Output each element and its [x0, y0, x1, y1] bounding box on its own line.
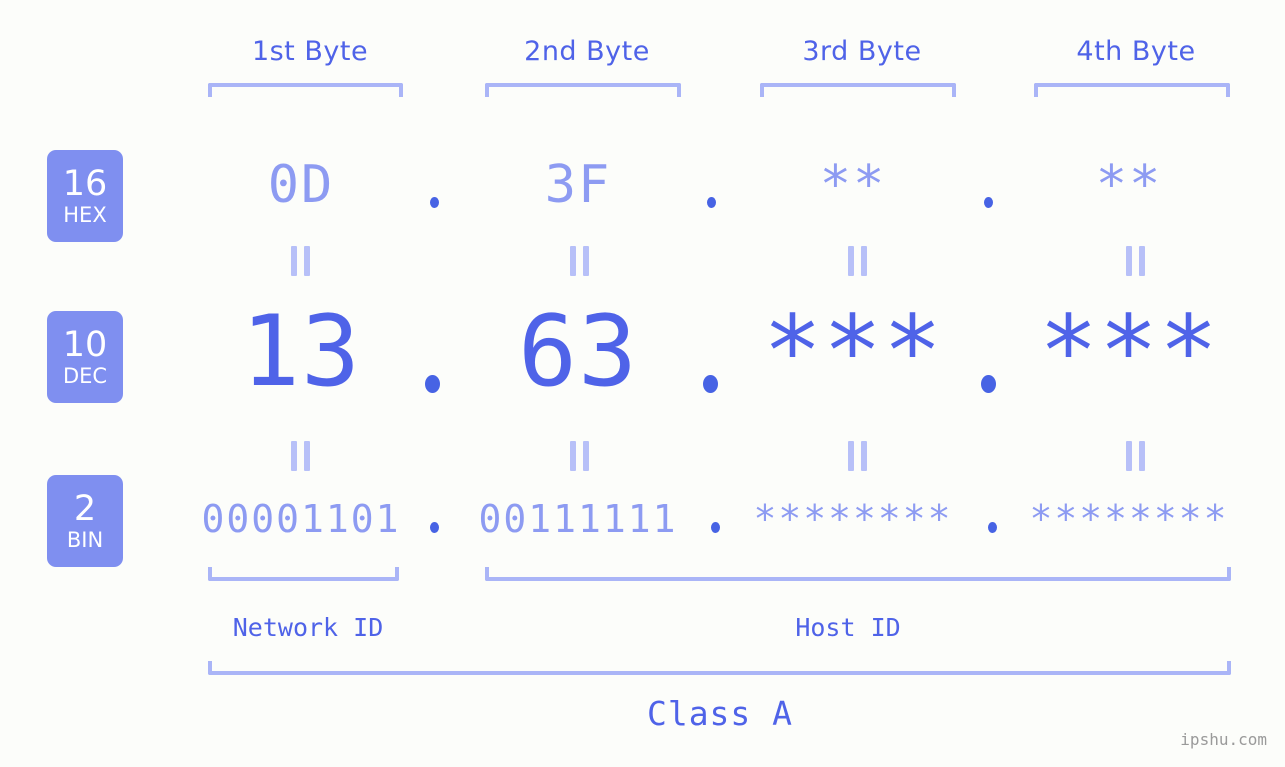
host-id-bracket: [485, 567, 1231, 581]
byte-bracket-2: [485, 83, 681, 97]
bin-byte-2: 00111111: [478, 497, 678, 541]
equals-mark-hex-dec-1: [291, 246, 310, 276]
hex-byte-3: **: [819, 155, 887, 215]
bin-byte-3: ********: [753, 497, 953, 541]
byte-bracket-3: [760, 83, 956, 97]
equals-bar: [848, 246, 854, 276]
base-badge-dec-label: DEC: [62, 363, 108, 388]
base-badge-hex-label: HEX: [63, 202, 107, 227]
equals-bar: [1126, 441, 1132, 471]
hex-separator-dot-1: [430, 197, 439, 208]
equals-mark-dec-bin-2: [570, 441, 589, 471]
dec-byte-2: 63: [517, 295, 638, 409]
dec-separator-dot-3: [981, 375, 996, 393]
bin-byte-1: 00001101: [201, 497, 401, 541]
equals-mark-hex-dec-2: [570, 246, 589, 276]
host-id-label: Host ID: [795, 613, 901, 642]
base-badge-dec-number: 10: [62, 324, 108, 365]
hex-separator-dot-2: [707, 197, 716, 208]
bin-separator-dot-2: [711, 522, 720, 533]
equals-bar: [583, 246, 589, 276]
ip-breakdown-diagram: 1st Byte 2nd Byte 3rd Byte 4th Byte 16 H…: [0, 0, 1285, 767]
equals-bar: [583, 441, 589, 471]
equals-bar: [570, 441, 576, 471]
hex-byte-2: 3F: [544, 155, 612, 215]
byte-title-3: 3rd Byte: [802, 36, 922, 67]
dec-byte-3: ***: [762, 295, 943, 409]
dec-byte-1: 13: [240, 295, 361, 409]
equals-bar: [1139, 246, 1145, 276]
hex-separator-dot-3: [984, 197, 993, 208]
byte-title-2: 2nd Byte: [524, 36, 650, 67]
hex-byte-4: **: [1095, 155, 1163, 215]
byte-bracket-4: [1034, 83, 1230, 97]
equals-bar: [570, 246, 576, 276]
equals-bar: [304, 246, 310, 276]
base-badge-bin-number: 2: [73, 488, 97, 529]
hex-byte-1: 0D: [267, 155, 335, 215]
class-label: Class A: [646, 694, 794, 733]
equals-mark-hex-dec-3: [848, 246, 867, 276]
equals-mark-hex-dec-4: [1126, 246, 1145, 276]
network-id-label: Network ID: [232, 613, 384, 642]
equals-bar: [291, 246, 297, 276]
equals-bar: [861, 441, 867, 471]
equals-bar: [1126, 246, 1132, 276]
watermark: ipshu.com: [1180, 730, 1267, 749]
base-badge-bin-label: BIN: [66, 527, 104, 552]
bin-byte-4: ********: [1029, 497, 1229, 541]
equals-bar: [848, 441, 854, 471]
dec-separator-dot-2: [703, 375, 718, 393]
equals-bar: [861, 246, 867, 276]
equals-bar: [1139, 441, 1145, 471]
equals-bar: [304, 441, 310, 471]
equals-mark-dec-bin-1: [291, 441, 310, 471]
dec-separator-dot-1: [425, 375, 440, 393]
equals-mark-dec-bin-4: [1126, 441, 1145, 471]
base-badge-dec: 10 DEC: [47, 311, 123, 403]
equals-bar: [291, 441, 297, 471]
class-bracket: [208, 661, 1231, 675]
bin-separator-dot-3: [988, 522, 997, 533]
byte-title-4: 4th Byte: [1076, 36, 1196, 67]
byte-bracket-1: [208, 83, 403, 97]
base-badge-hex: 16 HEX: [47, 150, 123, 242]
bin-separator-dot-1: [430, 522, 439, 533]
dec-byte-4: ***: [1038, 295, 1219, 409]
base-badge-hex-number: 16: [62, 163, 108, 204]
byte-title-1: 1st Byte: [251, 36, 369, 67]
base-badge-bin: 2 BIN: [47, 475, 123, 567]
equals-mark-dec-bin-3: [848, 441, 867, 471]
network-id-bracket: [208, 567, 399, 581]
